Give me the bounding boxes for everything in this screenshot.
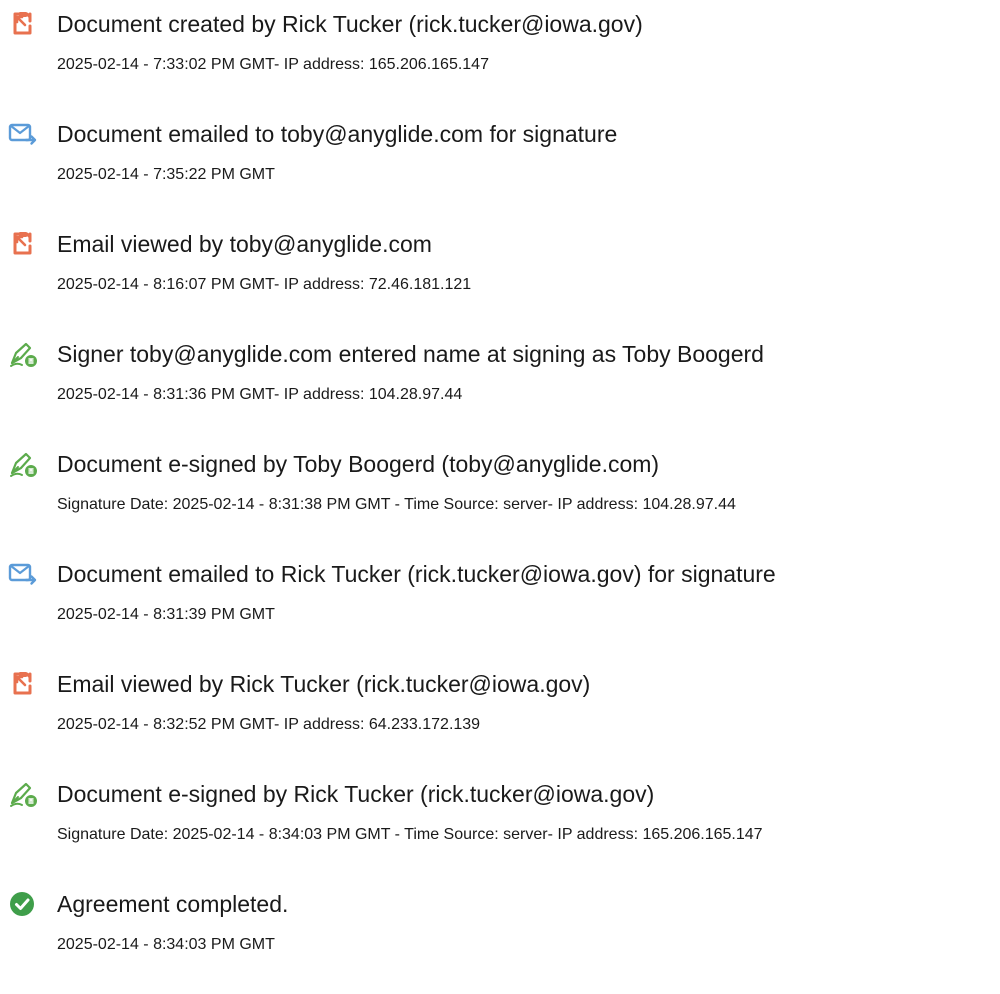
history-event: Email viewed by toby@anyglide.com 2025-0… — [0, 220, 1000, 300]
esign-pen-icon — [8, 779, 38, 809]
history-event: Email viewed by Rick Tucker (rick.tucker… — [0, 660, 1000, 740]
history-event: Document e-signed by Rick Tucker (rick.t… — [0, 770, 1000, 850]
check-circle-icon — [8, 889, 38, 919]
history-event: Agreement completed. 2025-02-14 - 8:34:0… — [0, 880, 1000, 960]
document-created-icon — [8, 9, 38, 39]
esign-pen-icon — [8, 339, 38, 369]
history-event: Document emailed to toby@anyglide.com fo… — [0, 110, 1000, 190]
email-sent-icon — [8, 559, 38, 589]
history-event: Signer toby@anyglide.com entered name at… — [0, 330, 1000, 410]
event-title: Document created by Rick Tucker (rick.tu… — [57, 11, 643, 37]
event-title: Document e-signed by Toby Boogerd (toby@… — [57, 451, 660, 477]
event-title: Document e-signed by Rick Tucker (rick.t… — [57, 781, 655, 807]
event-title: Signer toby@anyglide.com entered name at… — [57, 341, 764, 367]
event-timestamp: 2025-02-14 - 8:32:52 PM GMT- IP address:… — [57, 716, 481, 733]
event-title: Agreement completed. — [57, 891, 289, 917]
event-timestamp: 2025-02-14 - 7:33:02 PM GMT- IP address:… — [57, 56, 489, 73]
event-timestamp: 2025-02-14 - 8:16:07 PM GMT- IP address:… — [57, 276, 472, 293]
event-title: Document emailed to toby@anyglide.com fo… — [57, 121, 618, 147]
history-event: Document created by Rick Tucker (rick.tu… — [0, 0, 1000, 80]
event-timestamp: 2025-02-14 - 7:35:22 PM GMT — [57, 166, 275, 183]
event-timestamp: 2025-02-14 - 8:34:03 PM GMT — [57, 936, 275, 953]
email-sent-icon — [8, 119, 38, 149]
event-title: Document emailed to Rick Tucker (rick.tu… — [57, 561, 776, 587]
esign-pen-icon — [8, 449, 38, 479]
event-timestamp: 2025-02-14 - 8:31:39 PM GMT — [57, 606, 275, 623]
event-timestamp: 2025-02-14 - 8:31:36 PM GMT- IP address:… — [57, 386, 463, 403]
event-timestamp: Signature Date: 2025-02-14 - 8:34:03 PM … — [57, 826, 763, 843]
history-event: Document e-signed by Toby Boogerd (toby@… — [0, 440, 1000, 520]
history-event: Document emailed to Rick Tucker (rick.tu… — [0, 550, 1000, 630]
document-viewed-icon — [8, 229, 38, 259]
event-title: Email viewed by Rick Tucker (rick.tucker… — [57, 671, 591, 697]
event-title: Email viewed by toby@anyglide.com — [57, 231, 432, 257]
document-viewed-icon — [8, 669, 38, 699]
event-timestamp: Signature Date: 2025-02-14 - 8:31:38 PM … — [57, 496, 736, 513]
